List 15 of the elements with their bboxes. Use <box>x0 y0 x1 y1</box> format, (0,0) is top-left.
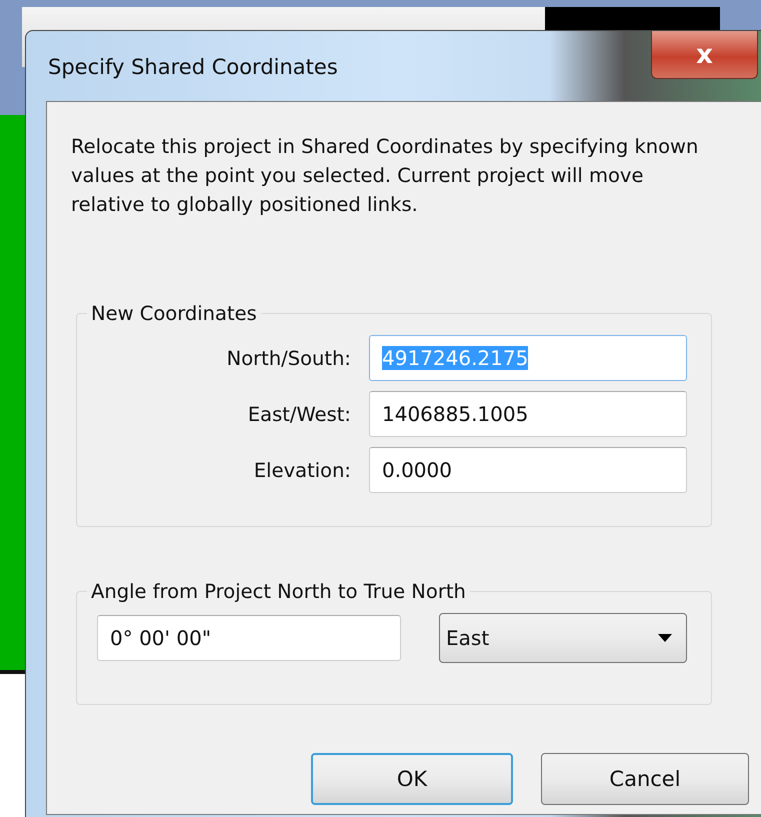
field-label: North/South: <box>226 346 351 370</box>
description-text: Relocate this project in Shared Coordinates by specifying known values at the point you selected. Current project will move relative to globally positioned links. <box>71 134 700 218</box>
close-button[interactable]: x <box>651 31 758 79</box>
group-title: New Coordinates <box>90 302 258 325</box>
angle-field[interactable]: 0° 00' 00" <box>97 615 401 661</box>
input-field[interactable]: 0.0000 <box>369 447 687 493</box>
dialog-button[interactable]: OK <box>311 753 513 805</box>
window-title: Specify Shared Coordinates <box>48 55 338 79</box>
direction-dropdown[interactable]: East <box>439 613 687 663</box>
dialog-button[interactable]: Cancel <box>541 753 749 805</box>
group-title: Angle from Project North to True North <box>90 580 467 603</box>
caret-icon <box>658 634 672 642</box>
input-field[interactable]: 1406885.1005 <box>369 391 687 437</box>
field-label: East/West: <box>248 402 351 426</box>
field-label: Elevation: <box>254 458 351 482</box>
